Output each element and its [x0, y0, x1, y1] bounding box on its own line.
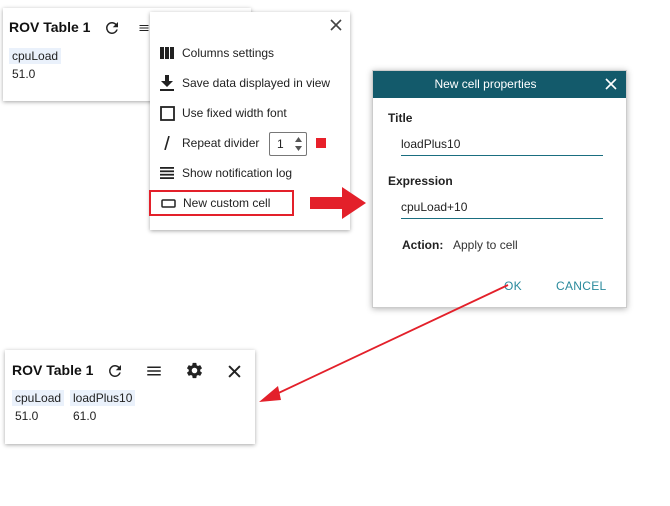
title-input-value: loadPlus10 — [401, 137, 461, 151]
close-icon[interactable] — [327, 16, 345, 34]
cell-value-cpuload: 51.0 — [15, 409, 39, 423]
cell-value-loadplus10: 61.0 — [73, 409, 97, 423]
menu-item-notification-log[interactable]: Show notification log — [150, 160, 350, 186]
panel-title: ROV Table 1 — [9, 19, 91, 35]
title-input[interactable]: loadPlus10 — [401, 135, 603, 156]
slash-icon — [158, 134, 176, 152]
rectangle-icon — [159, 194, 177, 212]
repeat-divider-value: 1 — [277, 137, 284, 151]
menu-icon[interactable] — [143, 360, 165, 382]
action-value: Apply to cell — [453, 238, 518, 252]
dialog-title: New cell properties — [434, 77, 537, 91]
checkbox-icon[interactable] — [158, 104, 176, 122]
column-header-cpuload: cpuLoad — [9, 48, 62, 64]
cell-value: 51.0 — [12, 67, 36, 81]
download-icon — [158, 74, 176, 92]
action-label: Action: — [402, 238, 444, 252]
menu-item-label: Columns settings — [182, 46, 275, 60]
list-icon — [158, 164, 176, 182]
dialog-header: New cell properties — [373, 71, 626, 98]
menu-icon[interactable] — [138, 19, 150, 37]
cancel-button[interactable]: CANCEL — [556, 279, 606, 293]
refresh-icon[interactable] — [101, 17, 123, 39]
panel-title: ROV Table 1 — [12, 362, 94, 378]
column-header-cpuload: cpuLoad — [12, 390, 65, 406]
repeat-divider-spinner[interactable]: 1 — [269, 132, 307, 156]
menu-item-columns-settings[interactable]: Columns settings — [150, 40, 350, 66]
result-arrow-icon — [259, 284, 509, 402]
pointer-arrow-icon — [310, 187, 366, 219]
expression-input[interactable]: cpuLoad+10 — [401, 198, 603, 219]
expression-field-label: Expression — [388, 174, 453, 188]
menu-item-label: Show notification log — [182, 166, 293, 180]
new-cell-properties-dialog: New cell properties Title loadPlus10 Exp… — [372, 70, 627, 308]
gear-icon[interactable] — [183, 359, 205, 381]
menu-item-label: Save data displayed in view — [182, 76, 331, 90]
divider-color-swatch[interactable] — [316, 138, 326, 148]
close-icon[interactable] — [223, 360, 245, 382]
menu-item-new-custom-cell[interactable]: New custom cell — [149, 190, 294, 216]
menu-item-fixed-width-font[interactable]: Use fixed width font — [150, 100, 350, 126]
refresh-icon[interactable] — [104, 360, 126, 382]
expression-input-value: cpuLoad+10 — [401, 200, 468, 214]
columns-icon — [158, 44, 176, 62]
close-icon[interactable] — [602, 75, 620, 93]
menu-item-label: Repeat divider — [182, 136, 260, 150]
menu-item-save-data[interactable]: Save data displayed in view — [150, 70, 350, 96]
column-header-loadplus10: loadPlus10 — [70, 390, 136, 406]
spinner-arrows-icon[interactable] — [294, 136, 303, 152]
rov-table-panel-result: ROV Table 1 cpuLoad loadPlus10 51.0 61.0 — [5, 350, 255, 444]
menu-item-label: New custom cell — [183, 196, 271, 210]
title-field-label: Title — [388, 111, 413, 125]
menu-item-label: Use fixed width font — [182, 106, 287, 120]
